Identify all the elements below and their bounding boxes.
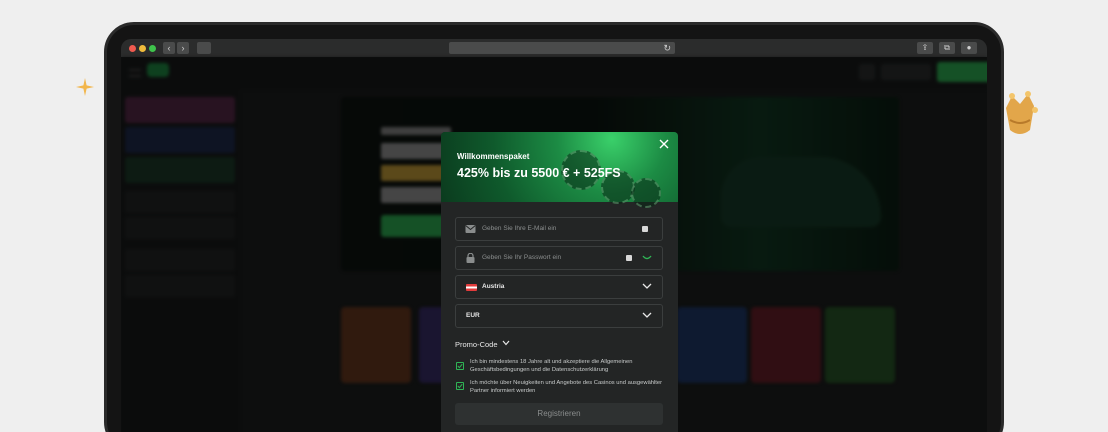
close-icon[interactable]	[659, 139, 669, 149]
modal-title: 425% bis zu 5500 € + 525FS	[457, 166, 621, 180]
address-bar[interactable]: ↻	[449, 42, 675, 54]
country-select[interactable]: Austria	[455, 275, 663, 299]
newsletter-checkbox[interactable]	[456, 382, 464, 390]
forward-button[interactable]: ›	[177, 42, 189, 54]
terms-checkbox[interactable]	[456, 362, 464, 370]
modal-header-banner: Willkommenspaket 425% bis zu 5500 € + 52…	[441, 132, 678, 208]
password-placeholder: Geben Sie Ihr Passwort ein	[482, 254, 562, 261]
casino-chip-decoration	[631, 178, 661, 208]
currency-value: EUR	[466, 312, 480, 319]
browser-toolbar: ‹ › ↻ ⇪ ⧉ ●	[121, 39, 987, 57]
terms-label: Ich bin mindestens 18 Jahre alt und akze…	[470, 359, 633, 373]
lock-icon	[466, 253, 475, 263]
newsletter-label: Ich möchte über Neuigkeiten und Angebote…	[470, 380, 663, 394]
chevron-down-icon	[642, 283, 652, 289]
sparkle-decoration	[76, 78, 94, 96]
check-icon	[457, 383, 463, 389]
eye-icon[interactable]	[642, 255, 652, 261]
chevron-down-icon	[642, 312, 652, 318]
email-field[interactable]: Geben Sie Ihre E-Mail ein	[455, 217, 663, 241]
mail-icon	[465, 225, 476, 233]
autofill-icon[interactable]	[642, 226, 648, 232]
laptop-screen: ‹ › ↻ ⇪ ⧉ ● Willkommenspaket 425% bis zu…	[121, 39, 987, 432]
share-button[interactable]: ⇪	[917, 42, 933, 54]
laptop-frame: ‹ › ↻ ⇪ ⧉ ● Willkommenspaket 425% bis zu…	[104, 22, 1004, 432]
check-icon	[457, 363, 463, 369]
currency-select[interactable]: EUR	[455, 304, 663, 328]
modal-subtitle: Willkommenspaket	[457, 152, 530, 161]
password-field[interactable]: Geben Sie Ihr Passwort ein	[455, 246, 663, 270]
window-close-button[interactable]	[129, 44, 136, 52]
window-maximize-button[interactable]	[149, 44, 156, 52]
crown-decoration	[1006, 91, 1038, 134]
austria-flag-icon	[466, 284, 477, 291]
chevron-down-icon[interactable]	[502, 339, 510, 347]
downloads-button[interactable]: ●	[961, 42, 977, 54]
registration-modal: Willkommenspaket 425% bis zu 5500 € + 52…	[441, 132, 678, 432]
sidebar-toggle-button[interactable]	[197, 42, 211, 54]
email-placeholder: Geben Sie Ihre E-Mail ein	[482, 225, 557, 232]
reload-icon[interactable]: ↻	[663, 43, 671, 53]
back-button[interactable]: ‹	[163, 42, 175, 54]
autofill-icon[interactable]	[626, 255, 632, 261]
register-button[interactable]: Registrieren	[455, 403, 663, 425]
country-value: Austria	[482, 283, 505, 290]
window-minimize-button[interactable]	[139, 44, 146, 52]
promo-code-toggle[interactable]: Promo-Code	[455, 340, 498, 349]
tabs-button[interactable]: ⧉	[939, 42, 955, 54]
